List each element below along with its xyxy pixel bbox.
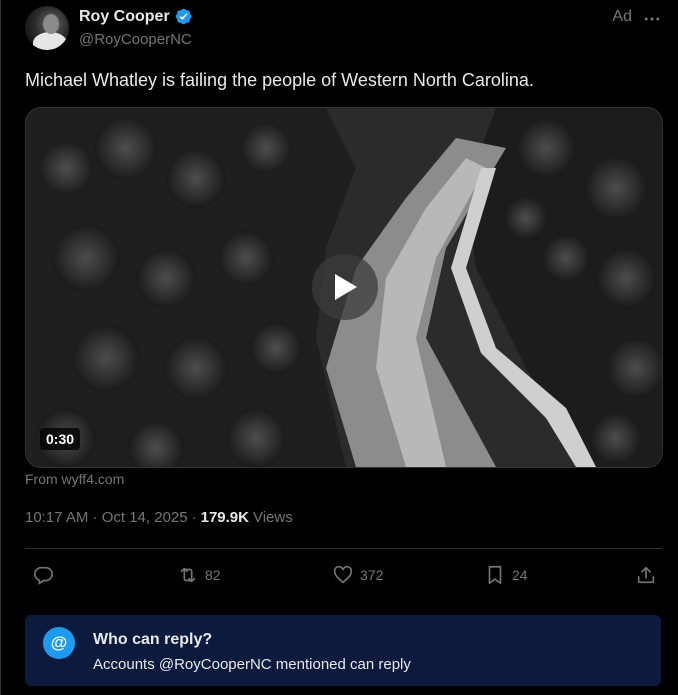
tweet-text: Michael Whatley is failing the people of… xyxy=(25,70,534,90)
heart-icon xyxy=(333,565,353,584)
more-options-icon[interactable] xyxy=(642,9,662,29)
reply-restriction-notice: @ Who can reply? Accounts @RoyCooperNC m… xyxy=(25,615,661,686)
handle[interactable]: @RoyCooperNC xyxy=(79,31,192,48)
bookmark-count: 24 xyxy=(512,567,528,583)
tweet-timestamp[interactable]: 10:17 AM · Oct 14, 2025 xyxy=(25,509,188,526)
bookmark-button[interactable]: 24 xyxy=(484,560,528,590)
name-row: Roy Cooper xyxy=(79,7,193,26)
timeline-border xyxy=(0,0,1,695)
ad-label: Ad xyxy=(612,8,632,25)
tweet-meta: 10:17 AM · Oct 14, 2025 · 179.9K Views xyxy=(25,509,293,526)
retweet-button[interactable]: 82 xyxy=(177,560,221,590)
meta-separator: · xyxy=(191,509,197,526)
reply-restriction-title: Who can reply? xyxy=(93,631,213,648)
reply-icon xyxy=(34,566,53,585)
video-player[interactable]: 0:30 xyxy=(25,107,663,468)
share-button[interactable] xyxy=(635,560,657,590)
like-button[interactable]: 372 xyxy=(332,560,383,590)
views-label: Views xyxy=(252,509,293,526)
action-bar: 82 372 24 xyxy=(25,560,662,590)
retweet-count: 82 xyxy=(205,567,221,583)
divider xyxy=(25,548,662,549)
reply-restriction-description: Accounts @RoyCooperNC mentioned can repl… xyxy=(93,656,411,673)
mention-icon: @ xyxy=(43,627,75,659)
media-source-link[interactable]: From wyff4.com xyxy=(25,471,124,487)
bookmark-icon xyxy=(488,565,502,585)
reply-button[interactable] xyxy=(32,560,54,590)
tweet-header: Roy Cooper @RoyCooperNC Ad xyxy=(25,6,662,54)
play-button[interactable] xyxy=(312,254,378,320)
play-icon xyxy=(335,274,357,300)
views-count: 179.9K xyxy=(200,509,249,526)
display-name[interactable]: Roy Cooper xyxy=(79,8,170,26)
avatar[interactable] xyxy=(25,6,69,50)
video-duration-badge: 0:30 xyxy=(40,428,81,450)
share-icon xyxy=(637,566,655,584)
verified-badge-icon xyxy=(175,8,192,25)
retweet-icon xyxy=(180,567,196,583)
like-count: 372 xyxy=(360,567,384,583)
